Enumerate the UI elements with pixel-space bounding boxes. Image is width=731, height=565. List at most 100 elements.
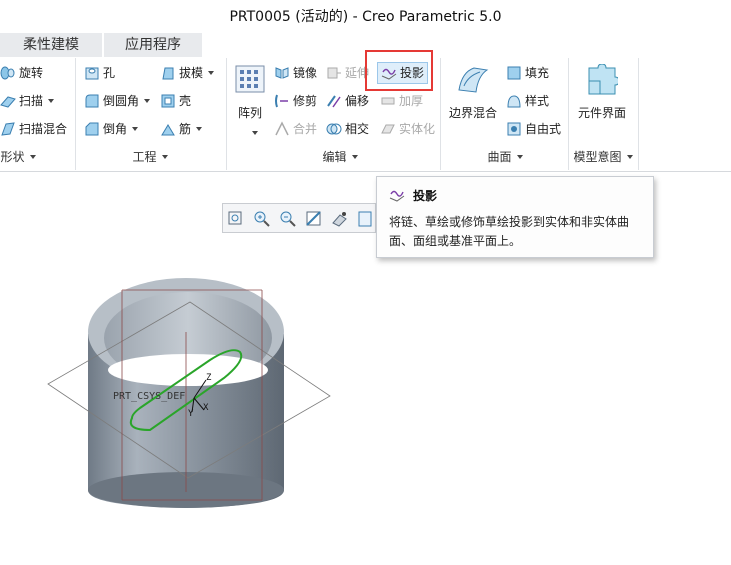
trim-button[interactable]: 修剪 — [274, 90, 317, 112]
fill-icon — [507, 66, 521, 80]
chevron-down-icon — [29, 155, 36, 159]
style-icon — [507, 95, 521, 108]
freestyle-icon — [507, 122, 521, 136]
component-interface-icon[interactable] — [586, 63, 620, 96]
group-shape-label: 形状 — [0, 150, 25, 164]
group-shape[interactable]: 形状 — [0, 148, 36, 166]
revolve-button[interactable]: 旋转 — [0, 62, 43, 84]
group-model-intent[interactable]: 模型意图 — [570, 148, 636, 166]
rib-label: 筋 — [179, 122, 192, 136]
merge-button[interactable]: 合并 — [274, 118, 317, 140]
group-engineering[interactable]: 工程 — [120, 148, 180, 166]
csys-label: PRT_CSYS_DEF — [113, 391, 185, 402]
merge-label: 合并 — [293, 122, 318, 136]
extend-button[interactable]: 延伸 — [326, 62, 369, 84]
saved-orientation-button[interactable] — [330, 209, 350, 229]
chamfer-icon — [85, 122, 99, 136]
solidify-button[interactable]: 实体化 — [380, 118, 435, 140]
shell-button[interactable]: 壳 — [160, 90, 191, 112]
puzzle-icon — [588, 63, 620, 95]
repaint-icon — [306, 211, 321, 226]
freestyle-label: 自由式 — [525, 122, 562, 136]
group-engineering-label: 工程 — [132, 150, 157, 164]
zoom-in-button[interactable] — [252, 209, 272, 229]
window-title: PRT0005 (活动的) - Creo Parametric 5.0 — [229, 9, 502, 25]
zoom-out-button[interactable] — [278, 209, 298, 229]
offset-label: 偏移 — [345, 94, 370, 108]
pattern-grid-icon — [235, 65, 265, 93]
boundary-blend-icon[interactable] — [456, 64, 490, 96]
display-style-button[interactable] — [356, 209, 376, 229]
group-editing[interactable]: 编辑 — [310, 148, 370, 166]
boundary-blend-label: 边界混合 — [449, 106, 498, 120]
intersect-label: 相交 — [345, 122, 370, 136]
boundary-blend-surface-icon — [458, 67, 489, 93]
refit-button[interactable] — [226, 209, 246, 229]
refit-icon — [228, 211, 242, 225]
orientation-icon — [332, 212, 347, 227]
round-label: 倒圆角 — [103, 94, 140, 108]
pattern-icon[interactable] — [234, 64, 266, 94]
draft-icon — [162, 67, 174, 80]
chevron-down-icon — [516, 155, 523, 159]
shell-label: 壳 — [179, 94, 192, 108]
thicken-label: 加厚 — [399, 94, 424, 108]
fill-button[interactable]: 填充 — [506, 62, 549, 84]
chevron-down-icon — [208, 71, 215, 75]
cylinder-inner-floor — [108, 354, 268, 386]
tab-applications[interactable]: 应用程序 — [104, 33, 202, 57]
extend-icon — [327, 67, 341, 79]
axis-x-label: X — [203, 403, 209, 413]
group-divider — [568, 58, 569, 170]
style-button[interactable]: 样式 — [506, 90, 549, 112]
chevron-down-icon — [144, 99, 151, 103]
freestyle-button[interactable]: 自由式 — [506, 118, 561, 140]
group-model-intent-label: 模型意图 — [573, 150, 622, 164]
axis-y-label: Y — [188, 409, 194, 419]
tab-flexible-modeling[interactable]: 柔性建模 — [0, 33, 102, 57]
offset-button[interactable]: 偏移 — [326, 90, 369, 112]
chamfer-button[interactable]: 倒角 — [84, 118, 139, 140]
group-editing-label: 编辑 — [322, 150, 347, 164]
boundary-blend-button[interactable]: 边界混合 — [449, 102, 497, 124]
merge-icon — [275, 121, 289, 136]
round-button[interactable]: 倒圆角 — [84, 90, 151, 112]
chevron-down-icon — [252, 131, 258, 135]
swept-blend-icon — [1, 122, 15, 136]
hole-button[interactable]: 孔 — [84, 62, 115, 84]
sweep-button[interactable]: 扫描 — [0, 90, 55, 112]
sweep-label: 扫描 — [19, 94, 44, 108]
pattern-button[interactable]: 阵列 — [238, 102, 262, 124]
thicken-button[interactable]: 加厚 — [380, 90, 423, 112]
shell-icon — [161, 94, 175, 108]
chevron-down-icon — [132, 127, 139, 131]
tooltip-title: 投影 — [413, 189, 438, 203]
group-divider — [75, 58, 76, 170]
axis-z-label: Z — [206, 373, 212, 383]
pattern-dropdown[interactable] — [247, 126, 258, 140]
chevron-down-icon — [161, 155, 168, 159]
display-style-icon — [358, 211, 372, 227]
solidify-icon — [381, 124, 395, 134]
mirror-button[interactable]: 镜像 — [274, 62, 317, 84]
group-surfaces-label: 曲面 — [487, 150, 512, 164]
rib-icon — [161, 124, 175, 136]
chevron-down-icon — [48, 99, 55, 103]
thicken-icon — [381, 97, 395, 105]
chevron-down-icon — [196, 127, 203, 131]
tooltip-description: 将链、草绘或修饰草绘投影到实体和非实体曲面、面组或基准平面上。 — [389, 215, 630, 248]
draft-button[interactable]: 拔模 — [160, 62, 215, 84]
title-bar: PRT0005 (活动的) - Creo Parametric 5.0 — [0, 0, 731, 30]
group-divider — [226, 58, 227, 170]
mirror-label: 镜像 — [293, 66, 318, 80]
revolve-label: 旋转 — [19, 66, 44, 80]
swept-blend-button[interactable]: 扫描混合 — [0, 118, 67, 140]
offset-icon — [327, 95, 341, 108]
component-interface-button[interactable]: 元件界面 — [578, 102, 626, 124]
repaint-button[interactable] — [304, 209, 324, 229]
group-surfaces[interactable]: 曲面 — [475, 148, 535, 166]
sweep-icon — [0, 96, 16, 108]
rib-button[interactable]: 筋 — [160, 118, 203, 140]
fill-label: 填充 — [525, 66, 550, 80]
intersect-button[interactable]: 相交 — [326, 118, 369, 140]
